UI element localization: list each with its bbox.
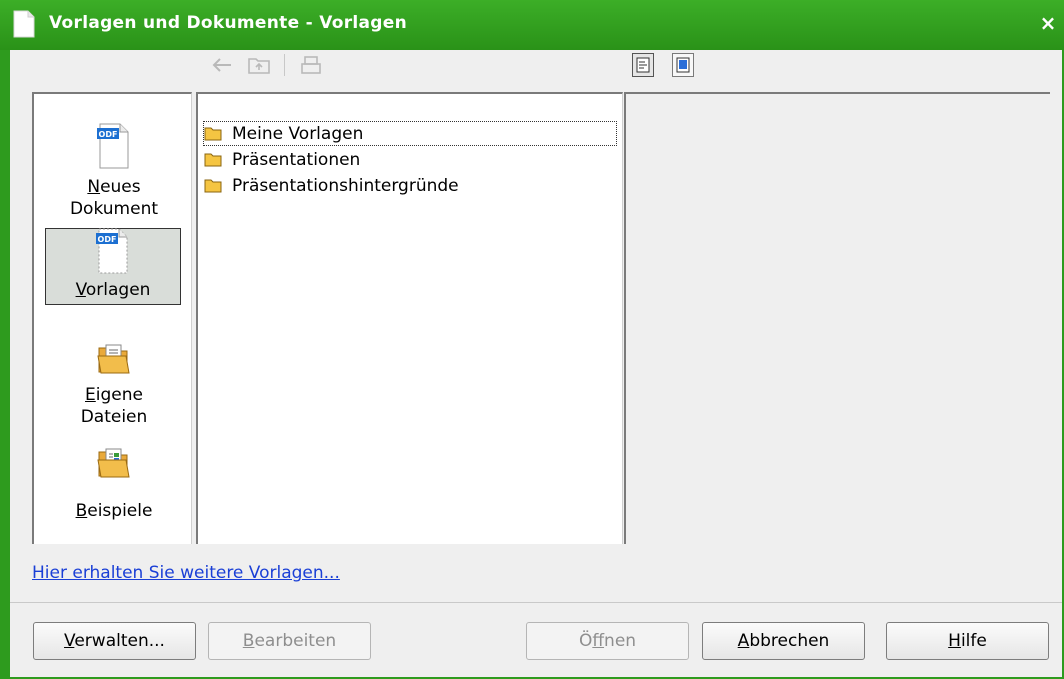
open-button[interactable]: Öffnen [526,622,689,660]
button-mnemonic: B [242,631,255,651]
button-label: earbeiten [254,631,337,651]
folder-up-icon[interactable] [244,52,274,78]
close-button[interactable]: × [1037,11,1059,35]
folder-icon [204,179,222,193]
back-arrow-icon[interactable] [207,52,237,78]
button-label: fnen [604,631,637,651]
help-button[interactable]: Hilfe [886,622,1049,660]
button-mnemonic: H [948,631,961,651]
nav-label: igene [95,385,143,405]
list-item-label: Präsentationshintergründe [232,175,459,196]
divider [10,602,1062,603]
nav-label-mnemonic: E [85,385,96,405]
button-label: ilfe [960,631,987,651]
sidebar-item-examples[interactable]: Beispiele [46,446,182,522]
category-panel: ODF Neues Dokument ODF Vorlagen Eigene D… [32,92,192,544]
nav-label-mnemonic: N [87,177,101,197]
button-label: Ö [578,631,593,651]
odf-document-icon: ODF [96,228,128,274]
button-mnemonic: A [737,631,750,651]
list-item-label: Präsentationen [232,149,361,170]
nav-label-line2: Dateien [80,407,148,427]
folder-icon [204,153,222,167]
sidebar-item-templates[interactable]: ODF Vorlagen [45,228,181,305]
nav-label: eispiele [87,501,153,521]
odf-document-icon: ODF [97,123,129,169]
nav-label-mnemonic: B [75,501,88,521]
button-mnemonic: V [64,631,75,651]
list-item-label: Meine Vorlagen [232,123,364,144]
nav-label-mnemonic: V [75,280,86,300]
preview-panel [624,92,1050,544]
sidebar-item-new-document[interactable]: ODF Neues Dokument [46,122,182,220]
manage-button[interactable]: Verwalten... [33,622,196,660]
toolbar-separator [280,52,290,78]
folder-examples-icon [97,448,130,478]
button-mnemonic: f [592,631,605,651]
list-item[interactable]: Präsentationshintergründe [204,174,459,197]
svg-text:ODF: ODF [99,130,118,139]
list-item[interactable]: Präsentationen [204,148,360,171]
button-label: erwalten... [74,631,165,651]
button-label: bbrechen [749,631,830,651]
print-icon[interactable] [296,52,326,78]
window-title: Vorlagen und Dokumente - Vorlagen [49,13,407,33]
cancel-button[interactable]: Abbrechen [702,622,865,660]
template-list: Meine Vorlagen Präsentationen Präsentati… [196,92,623,544]
folder-documents-icon [97,344,130,374]
document-view-icon[interactable] [632,53,654,77]
nav-label: eues [100,177,141,197]
edit-button[interactable]: Bearbeiten [208,622,371,660]
title-bar: Vorlagen und Dokumente - Vorlagen × [0,0,1064,50]
preview-icon[interactable] [672,53,694,77]
document-icon [13,10,35,38]
list-item[interactable]: Meine Vorlagen [203,121,617,146]
nav-label: orlagen [85,280,151,300]
svg-text:ODF: ODF [98,235,117,244]
more-templates-link[interactable]: Hier erhalten Sie weitere Vorlagen... [32,563,340,583]
nav-label-line2: Dokument [69,199,159,219]
folder-icon [204,127,222,141]
sidebar-item-my-files[interactable]: Eigene Dateien [46,342,182,428]
